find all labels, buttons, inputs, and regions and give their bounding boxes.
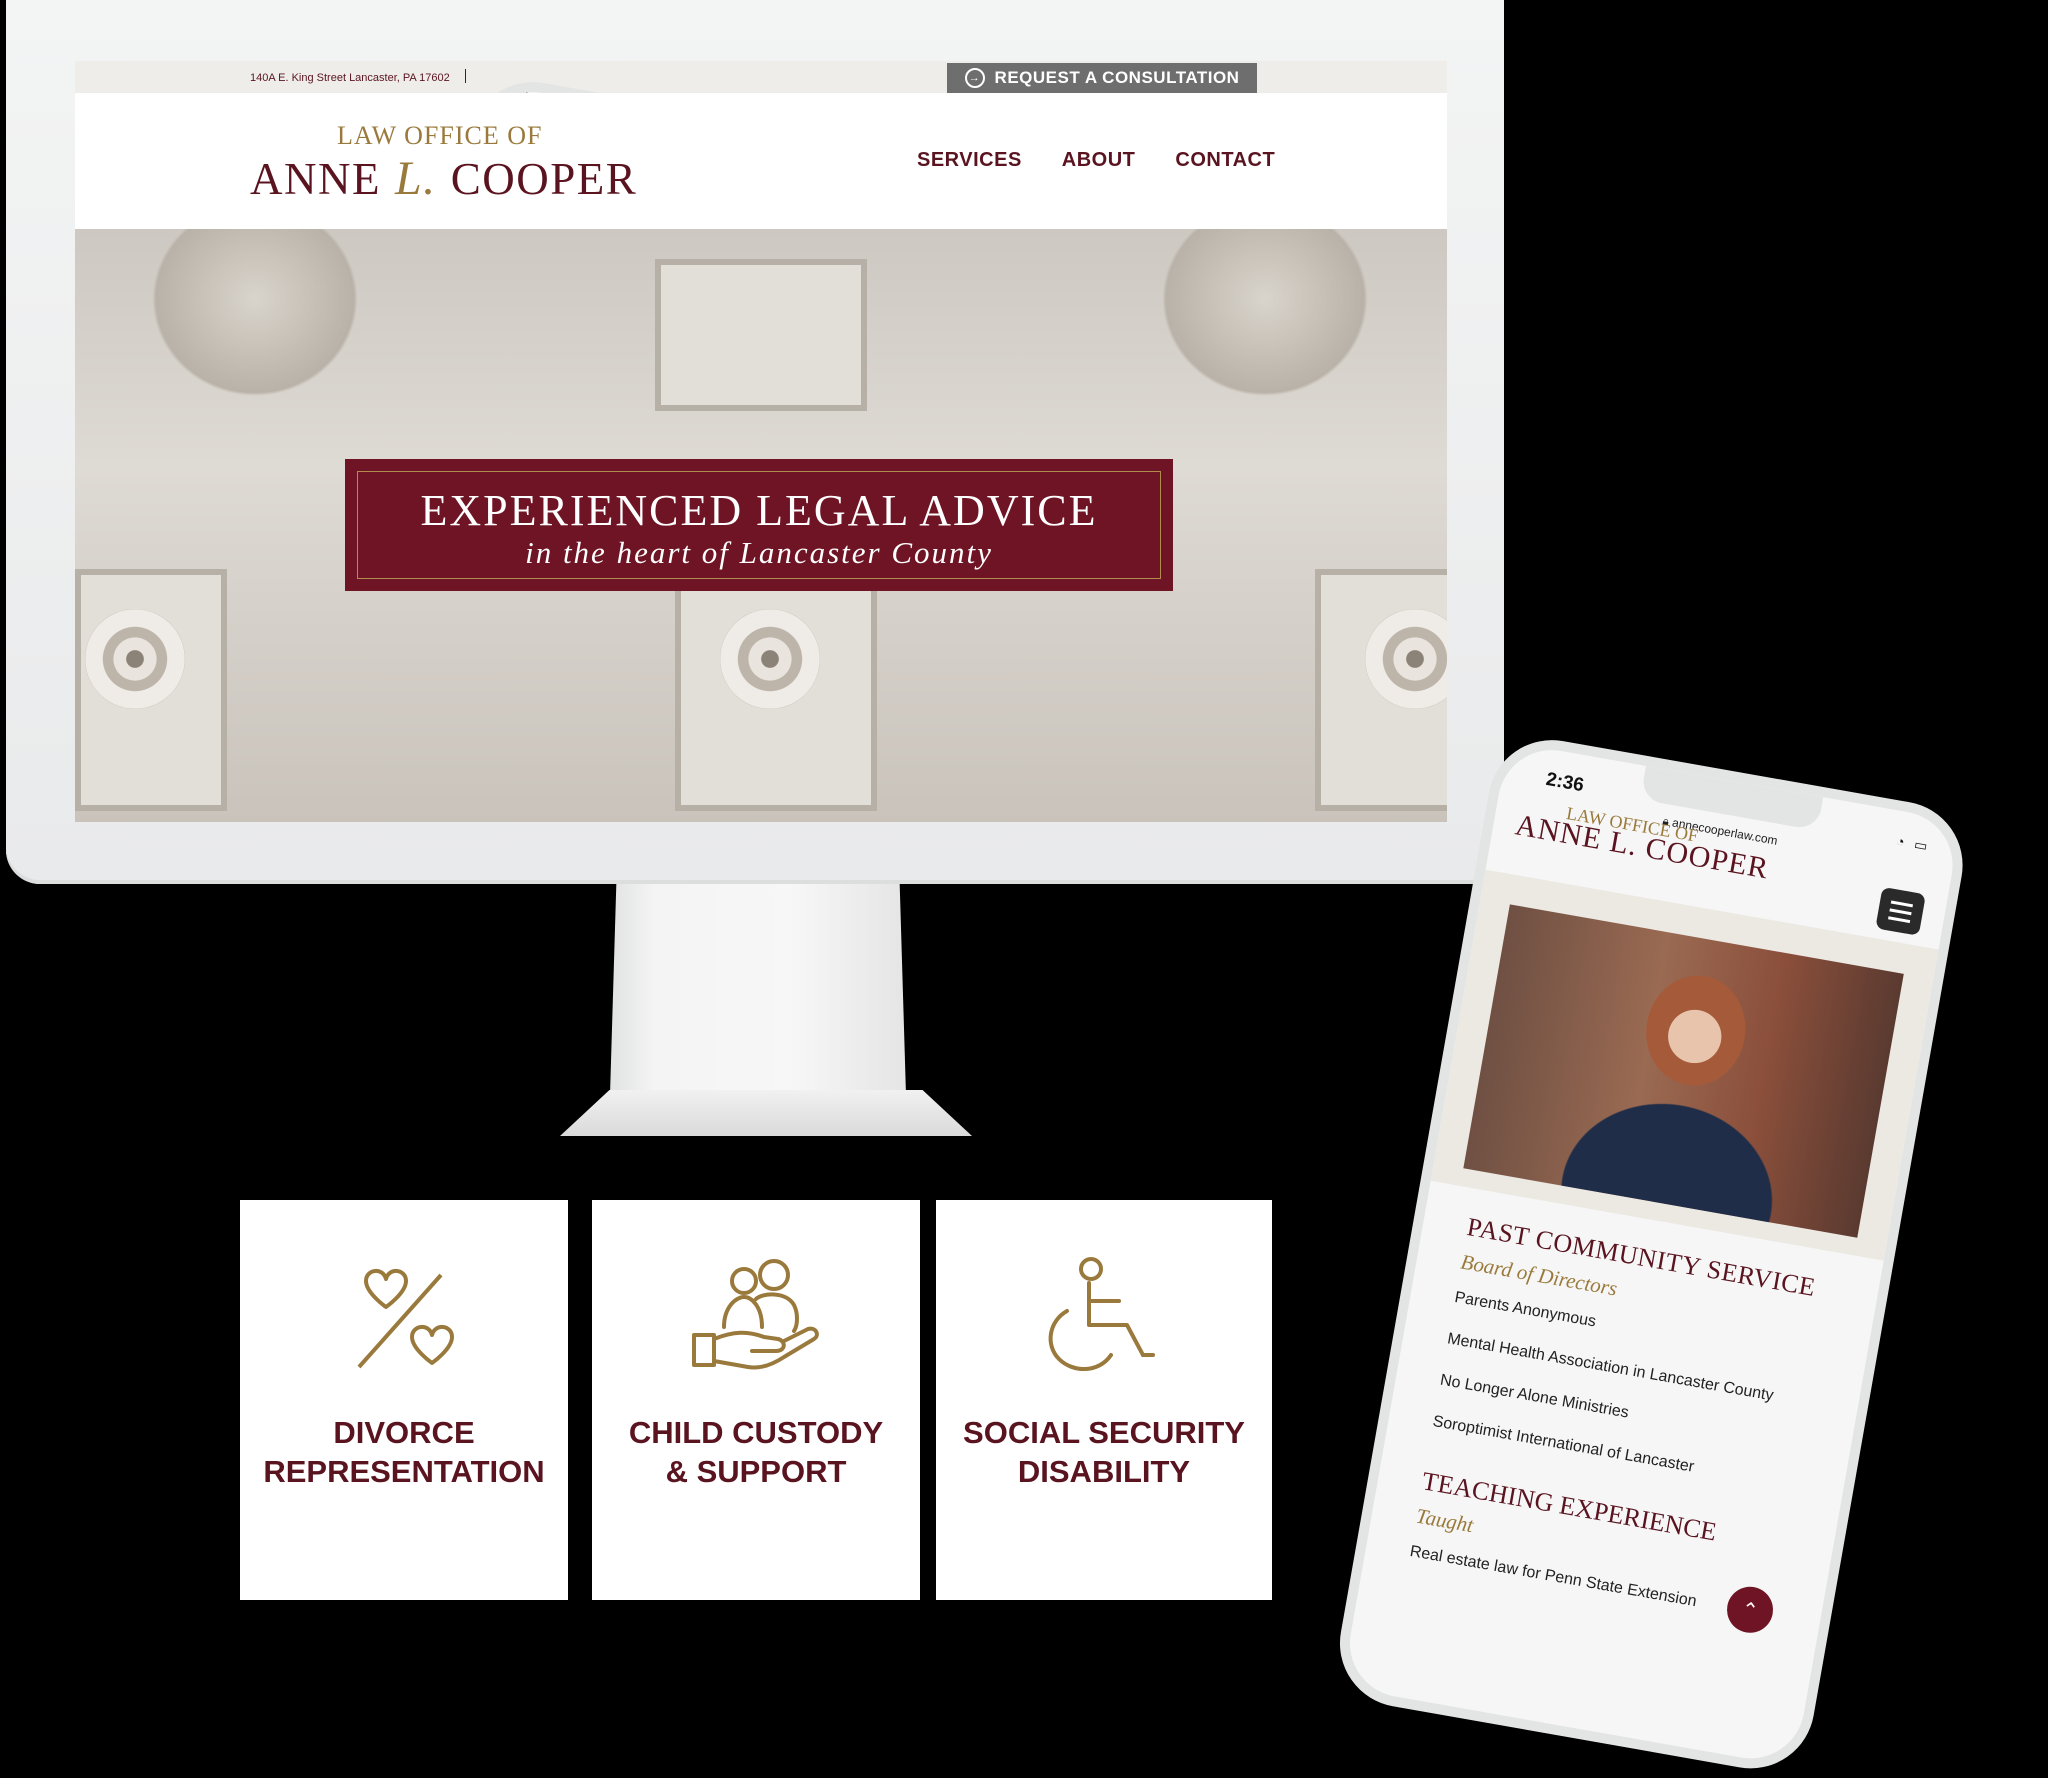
desktop-screen: 140A E. King Street Lancaster, PA 17602 …	[75, 61, 1447, 822]
service-card-social-security[interactable]: SOCIAL SECURITY DISABILITY	[936, 1200, 1272, 1600]
rosette-ornament	[720, 609, 820, 709]
main-nav: SERVICES ABOUT CONTACT	[917, 149, 1275, 172]
request-consultation-label: REQUEST A CONSULTATION	[994, 68, 1240, 87]
service-title: SOCIAL SECURITY DISABILITY	[936, 1413, 1272, 1491]
desktop-monitor: 140A E. King Street Lancaster, PA 17602 …	[6, 0, 1504, 884]
monitor-stand	[609, 884, 907, 1099]
hero-image: EXPERIENCED LEGAL ADVICE in the heart of…	[75, 229, 1447, 822]
top-info-bar: 140A E. King Street Lancaster, PA 17602 …	[75, 61, 1447, 822]
monitor-base	[560, 1090, 972, 1136]
site-header: LAW OFFICE OF ANNE L. COOPER SERVICES AB…	[75, 93, 1447, 229]
arrow-circle-icon: →	[964, 68, 985, 88]
nav-about[interactable]: ABOUT	[1062, 149, 1136, 172]
service-title: DIVORCE REPRESENTATION	[240, 1413, 568, 1491]
list-item: Soroptimist International of Lancaster	[1431, 1412, 1696, 1476]
mobile-phone: 2:36 🔒︎ annecooperlaw.com ◔ ▭ LAW OFFICE…	[1329, 730, 1973, 1778]
request-consultation-button[interactable]: → REQUEST A CONSULTATION	[947, 63, 1257, 93]
list-item: No Longer Alone Ministries	[1438, 1371, 1631, 1422]
nav-contact[interactable]: CONTACT	[1175, 149, 1275, 172]
hamburger-menu-icon[interactable]	[1875, 886, 1926, 936]
service-title-line1: DIVORCE	[333, 1415, 475, 1450]
service-title-line2: DISABILITY	[1017, 1454, 1191, 1489]
site-logo[interactable]: ANNE L. COOPER	[250, 151, 637, 206]
service-card-divorce[interactable]: DIVORCE REPRESENTATION	[240, 1200, 568, 1600]
service-title: CHILD CUSTODY & SUPPORT	[592, 1413, 920, 1491]
hero-title: EXPERIENCED LEGAL ADVICE	[420, 486, 1098, 535]
logo-middle: L.	[394, 152, 437, 205]
hero-subtitle: in the heart of Lancaster County	[525, 535, 993, 570]
office-address: 140A E. King Street Lancaster, PA 17602	[250, 72, 450, 84]
chevron-up-icon: ⌃	[1739, 1597, 1761, 1623]
list-item: Real estate law for Penn State Extension	[1408, 1542, 1698, 1611]
list-item: Parents Anonymous	[1453, 1288, 1598, 1331]
status-time: 2:36	[1544, 768, 1586, 797]
nav-services[interactable]: SERVICES	[917, 149, 1022, 172]
divider	[465, 69, 466, 83]
logo-last: COOPER	[450, 154, 638, 204]
scroll-to-top-button[interactable]: ⌃	[1723, 1583, 1777, 1637]
family-hand-icon	[692, 1259, 819, 1370]
logo-line1[interactable]: LAW OFFICE OF	[337, 121, 542, 151]
service-title-line1: CHILD CUSTODY	[628, 1415, 884, 1450]
service-title-line2: & SUPPORT	[665, 1454, 847, 1489]
wheelchair-icon	[1048, 1257, 1155, 1372]
service-title-line1: SOCIAL SECURITY	[963, 1415, 1245, 1450]
hearts-divided-icon	[357, 1269, 454, 1369]
service-card-child-custody[interactable]: CHILD CUSTODY & SUPPORT	[592, 1200, 920, 1600]
service-title-line2: REPRESENTATION	[263, 1454, 545, 1489]
rosette-ornament	[85, 609, 185, 709]
signal-battery-icons: ◔ ▭	[1894, 832, 1932, 855]
hero-banner: EXPERIENCED LEGAL ADVICE in the heart of…	[345, 459, 1173, 591]
marble-panel	[655, 259, 867, 411]
logo-first: ANNE	[250, 154, 381, 204]
section-subheading-taught: Taught	[1414, 1503, 1476, 1538]
